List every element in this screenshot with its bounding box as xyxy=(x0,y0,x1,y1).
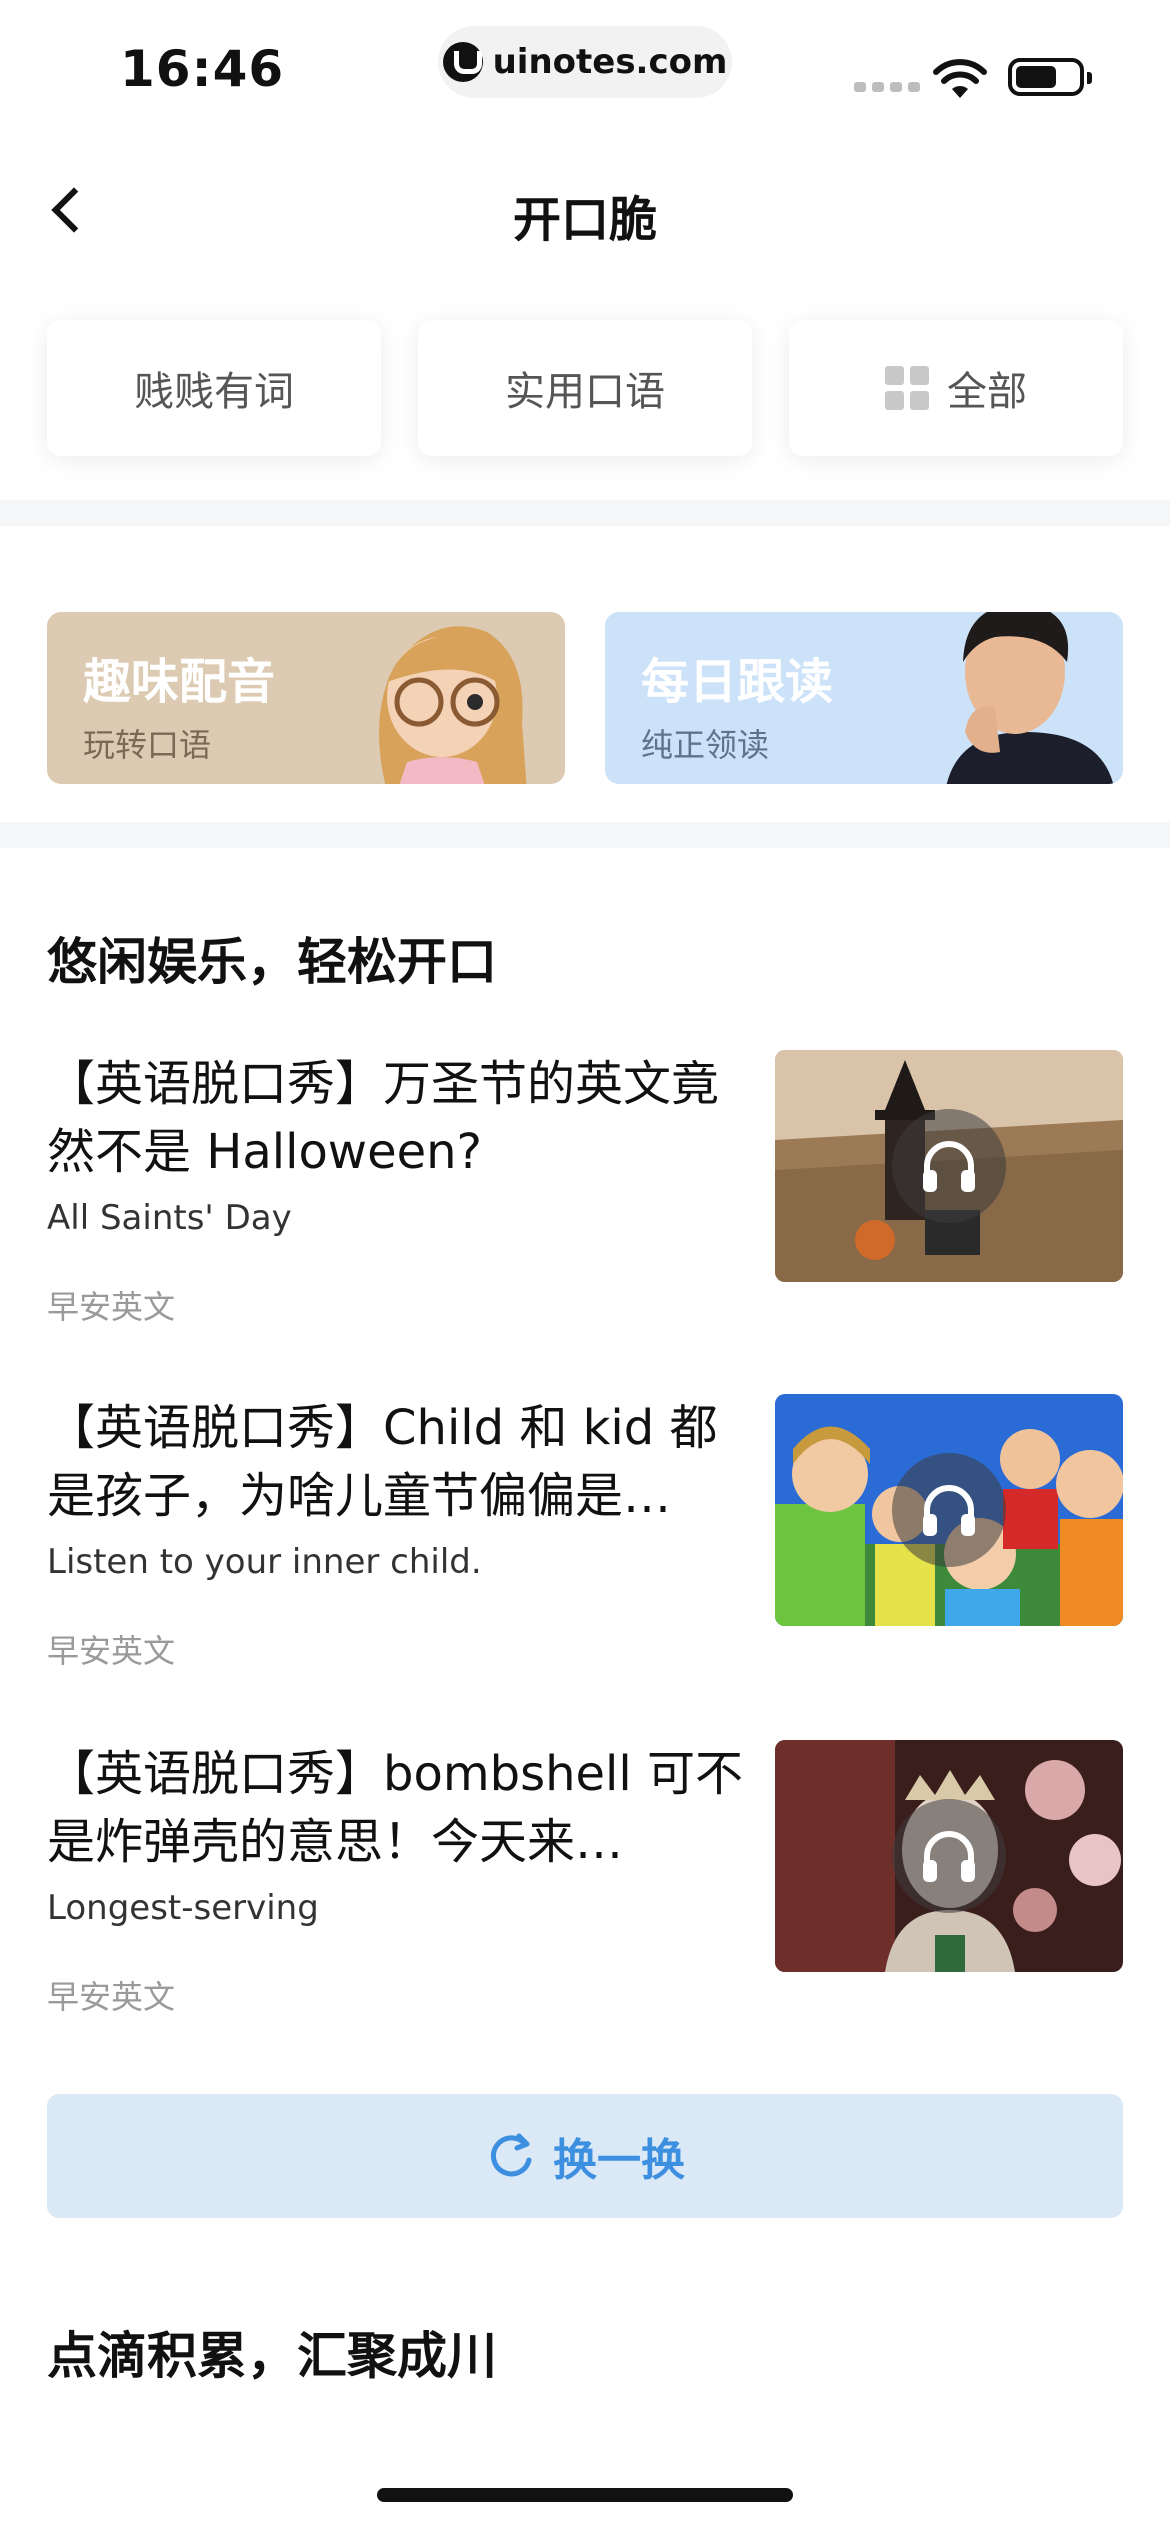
article-thumbnail[interactable] xyxy=(775,1394,1123,1626)
headphones-icon[interactable] xyxy=(892,1109,1006,1223)
grid-icon xyxy=(885,366,929,410)
banner-subtitle: 玩转口语 xyxy=(83,726,212,764)
banner-title: 每日跟读 xyxy=(641,654,834,710)
chip-all[interactable]: 全部 xyxy=(789,320,1123,456)
chip-jianjian-words[interactable]: 贱贱有词 xyxy=(47,320,381,456)
headphones-icon[interactable] xyxy=(892,1799,1006,1913)
article-subtitle: Longest-serving xyxy=(47,1888,319,1928)
wifi-icon xyxy=(933,59,987,98)
battery-icon xyxy=(1008,58,1092,96)
list-item[interactable]: 【英语脱口秀】bombshell 可不是炸弹壳的意思！今天来… Longest-… xyxy=(47,1740,1123,2016)
page-title: 开口脆 xyxy=(512,192,657,248)
page: 16:46 uinotes.com 开口脆 贱贱有词 实用口语 全部 趣味配音 … xyxy=(0,0,1170,2532)
chip-label: 全部 xyxy=(947,369,1027,415)
article-title: 【英语脱口秀】万圣节的英文竟然不是 Halloween? xyxy=(47,1056,720,1180)
article-source: 早安英文 xyxy=(47,1978,176,2016)
banner-subtitle: 纯正领读 xyxy=(641,726,770,764)
chip-practical-speaking[interactable]: 实用口语 xyxy=(418,320,752,456)
refresh-icon xyxy=(491,2133,532,2177)
article-subtitle: All Saints' Day xyxy=(47,1198,292,1238)
cartoon-girl-illustration xyxy=(379,626,527,784)
section-divider xyxy=(0,500,1170,526)
list-item[interactable]: 【英语脱口秀】Child 和 kid 都是孩子，为啥儿童节偏偏是… Listen… xyxy=(47,1394,1123,1670)
url-pill[interactable]: uinotes.com xyxy=(438,26,732,98)
article-title: 【英语脱口秀】Child 和 kid 都是孩子，为啥儿童节偏偏是… xyxy=(47,1400,718,1524)
refresh-button[interactable]: 换一换 xyxy=(47,2094,1123,2218)
section-title-accumulate: 点滴积累，汇聚成川 xyxy=(47,2327,497,2385)
article-source: 早安英文 xyxy=(47,1288,176,1326)
section-divider xyxy=(0,822,1170,848)
category-chips: 贱贱有词 实用口语 全部 xyxy=(47,320,1123,456)
man-portrait-illustration xyxy=(946,612,1114,784)
status-time: 16:46 xyxy=(120,40,285,98)
url-text: uinotes.com xyxy=(492,42,728,82)
status-bar: 16:46 uinotes.com xyxy=(0,0,1170,130)
chip-label: 贱贱有词 xyxy=(134,369,294,415)
article-thumbnail[interactable] xyxy=(775,1050,1123,1282)
chip-label: 实用口语 xyxy=(505,369,665,415)
headphones-icon[interactable] xyxy=(892,1453,1006,1567)
site-logo-icon xyxy=(442,42,483,82)
article-source: 早安英文 xyxy=(47,1632,176,1670)
nav-bar: 开口脆 xyxy=(0,150,1170,270)
banner-title: 趣味配音 xyxy=(83,654,276,710)
article-thumbnail[interactable] xyxy=(775,1740,1123,1972)
list-item[interactable]: 【英语脱口秀】万圣节的英文竟然不是 Halloween? All Saints'… xyxy=(47,1050,1123,1326)
cellular-signal-icon xyxy=(854,82,920,92)
banner-daily-reading[interactable]: 每日跟读 纯正领读 xyxy=(605,612,1123,784)
article-title: 【英语脱口秀】bombshell 可不是炸弹壳的意思！今天来… xyxy=(47,1746,743,1870)
banner-fun-dubbing[interactable]: 趣味配音 玩转口语 xyxy=(47,612,565,784)
section-title-leisure: 悠闲娱乐，轻松开口 xyxy=(47,933,497,991)
article-subtitle: Listen to your inner child. xyxy=(47,1542,482,1582)
home-indicator xyxy=(377,2488,793,2502)
refresh-label: 换一换 xyxy=(553,2135,685,2186)
